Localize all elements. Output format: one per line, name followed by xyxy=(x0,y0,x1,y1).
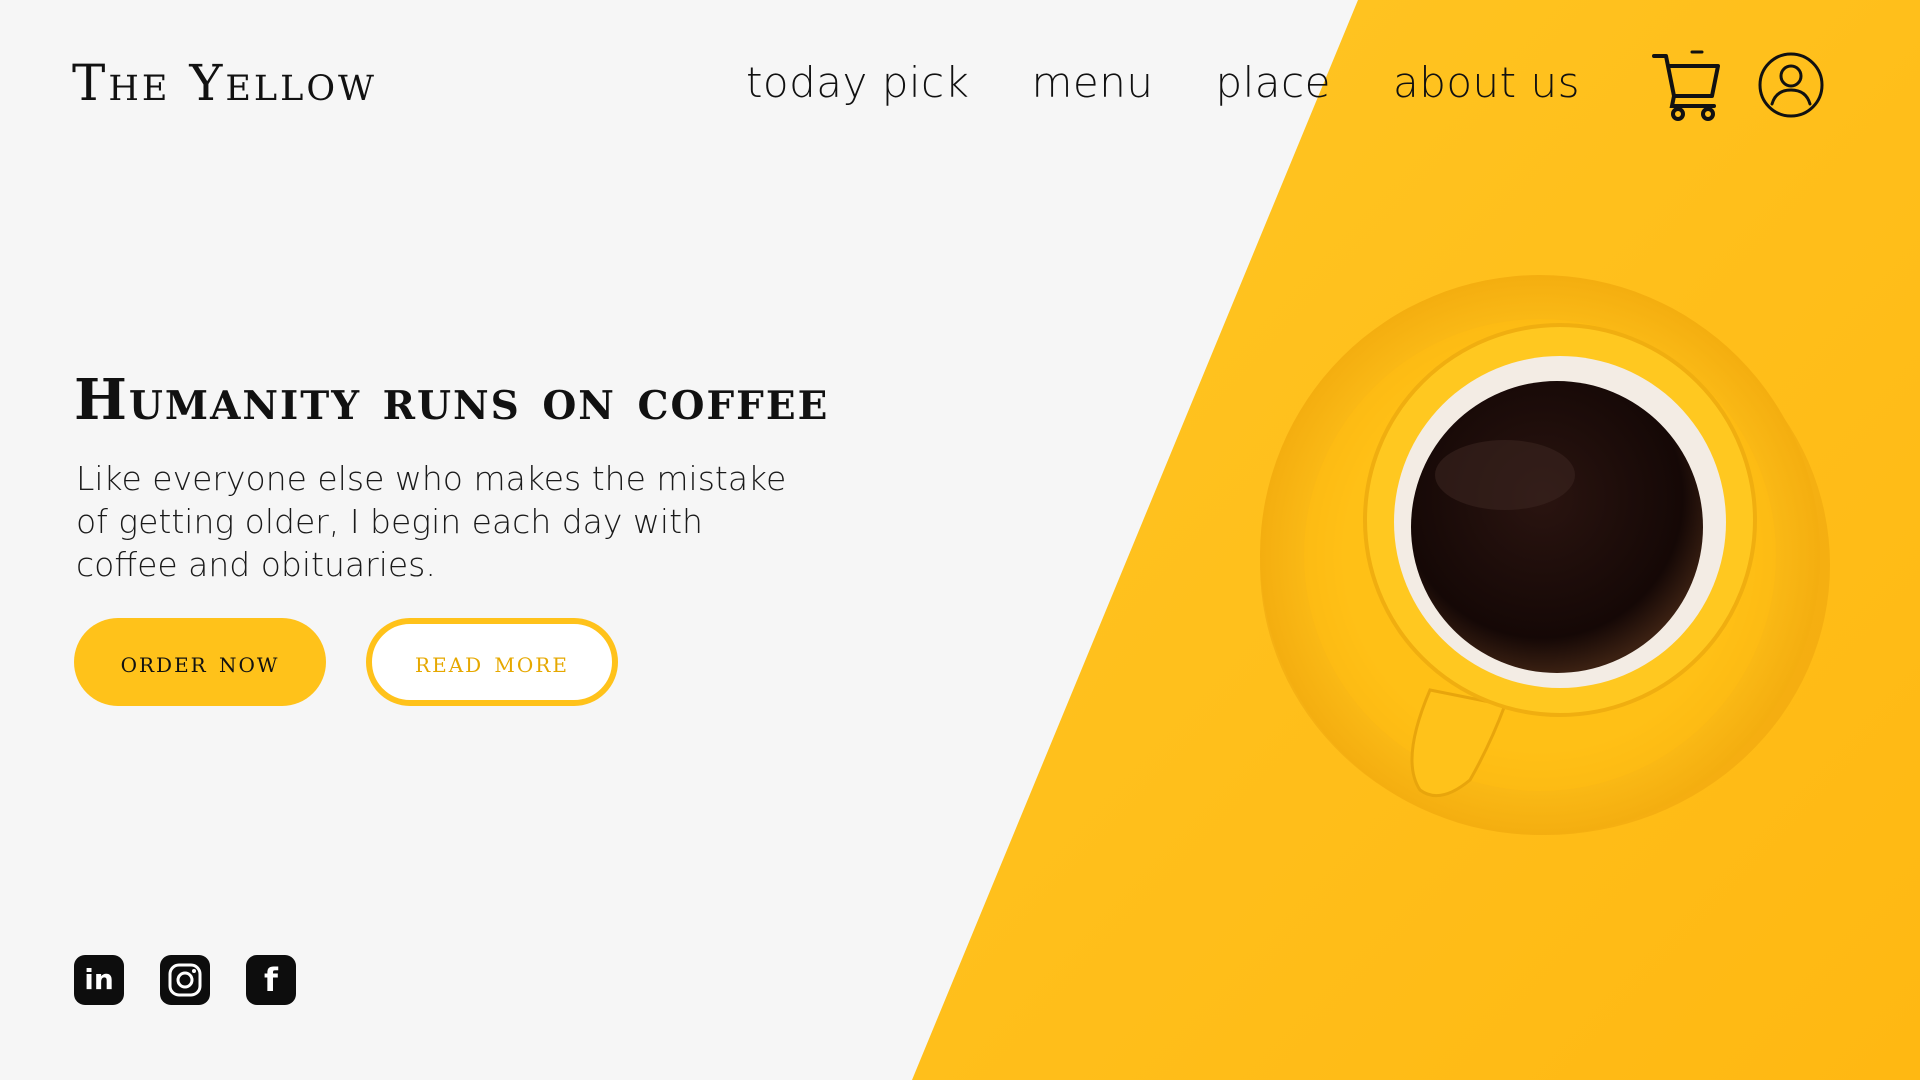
hero-subtext-line: Like everyone else who makes the mistake xyxy=(76,459,787,498)
facebook-icon[interactable]: f xyxy=(246,955,296,1005)
shopping-cart-icon[interactable] xyxy=(1652,50,1720,122)
main-nav: today pick menu place about us xyxy=(746,62,1580,104)
brand-logo[interactable]: The Yellow xyxy=(72,58,377,108)
linkedin-icon[interactable]: in xyxy=(74,955,124,1005)
nav-item-menu[interactable]: menu xyxy=(1031,62,1153,104)
social-links: in f xyxy=(74,955,296,1005)
instagram-icon[interactable] xyxy=(160,955,210,1005)
hero-subtext-line: of getting older, I begin each day with xyxy=(76,502,703,541)
nav-item-about-us[interactable]: about us xyxy=(1393,62,1580,104)
nav-item-place[interactable]: place xyxy=(1215,62,1331,104)
hero-subtext: Like everyone else who makes the mistake… xyxy=(76,457,836,586)
facebook-glyph: f xyxy=(264,961,278,999)
read-more-button[interactable]: read more xyxy=(366,618,618,706)
hero-subtext-line: coffee and obituaries. xyxy=(76,545,436,584)
order-now-button[interactable]: order now xyxy=(74,618,326,706)
coffee xyxy=(1411,381,1703,673)
linkedin-glyph: in xyxy=(84,963,114,996)
landing-page: The Yellow today pick menu place about u… xyxy=(0,0,1920,1080)
nav-item-today-pick[interactable]: today pick xyxy=(746,62,970,104)
hero-headline: Humanity runs on coffee xyxy=(74,367,830,433)
user-account-icon[interactable] xyxy=(1758,52,1824,118)
